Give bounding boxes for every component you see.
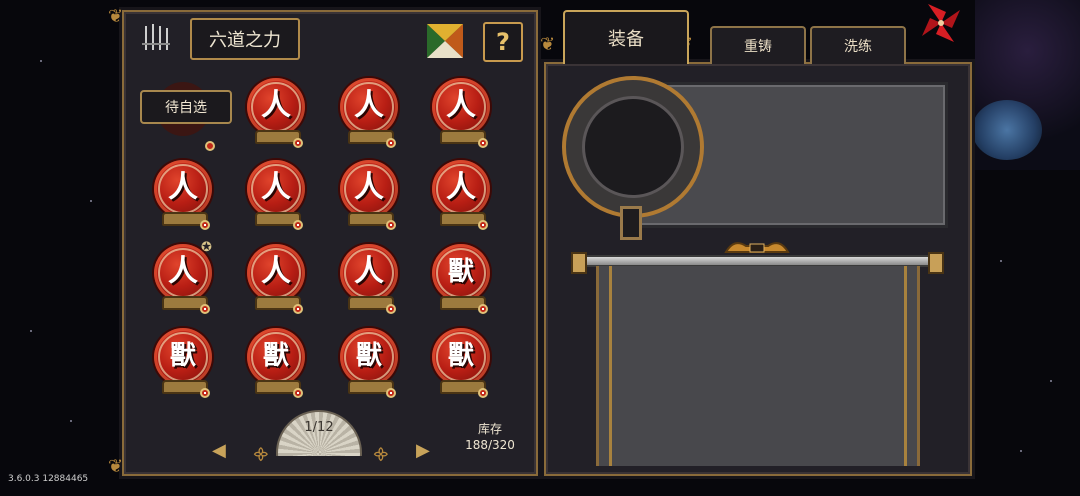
orb-slot[interactable]: 獸 [430,328,492,398]
orb-glyph: 人 [354,170,384,205]
help-button[interactable]: ? [483,22,523,62]
orb-glyph: 人 [168,254,198,289]
orb-glyph: 人 [261,170,291,205]
orb-badge-icon [293,304,303,314]
ring-clasp-icon [620,206,642,240]
orb-badge-icon [386,388,396,398]
orb-glyph: 獸 [169,341,196,371]
orb-badge-icon [386,304,396,314]
orb-glyph: 人 [261,254,291,289]
panel-title: 六道之力 [190,18,300,60]
puzzle-tangram-icon[interactable] [425,22,465,60]
orb-badge-icon [478,304,488,314]
attribute-scroll [596,266,920,466]
help-icon: ? [496,28,510,56]
orb-badge-icon [200,220,210,230]
orb-slot[interactable]: 人 [430,78,492,148]
orb-glyph: 獸 [262,341,289,371]
orb-badge-icon [386,220,396,230]
orb-badge-icon [293,138,303,148]
orb-slot[interactable]: 人 [152,160,214,230]
background-drum-icon [972,100,1042,160]
orb-badge-icon [293,388,303,398]
orb-slot[interactable]: 人 [338,244,400,314]
tab-refine[interactable]: 洗练 [810,26,906,64]
orb-glyph: 人 [168,170,198,205]
orb-slot[interactable]: 人 [245,244,307,314]
slot-badge [205,141,215,151]
orb-slot[interactable]: 獸 [152,328,214,398]
orb-glyph: 人 [446,170,476,205]
orb-glyph: 人 [261,88,291,123]
page-indicator: 1/12 [304,420,334,435]
orb-badge-icon [478,138,488,148]
prev-arrow-icon[interactable]: ◀ [212,440,226,461]
stock-value: 188/320 [465,438,515,452]
orb-badge-icon [200,388,210,398]
orb-slot[interactable]: 獸 [338,328,400,398]
orb-slot[interactable]: 人 [245,160,307,230]
orb-glyph: 人 [446,88,476,123]
version-text: 3.6.0.3 12884465 [8,474,89,484]
orb-slot[interactable]: 人 [338,78,400,148]
orb-glyph: 人 [354,254,384,289]
orb-badge-icon [293,220,303,230]
orb-badge-icon [386,138,396,148]
spear-rack-icon [140,22,172,52]
pending-select-tag[interactable]: 待自选 [140,90,232,124]
tab-recast[interactable]: 重铸 [710,26,806,64]
close-pinwheel-icon[interactable] [920,2,962,44]
stock-label: 库存 [477,422,502,436]
orb-badge-icon [478,220,488,230]
orb-glyph: 獸 [447,257,474,287]
cloud-ornament-icon: ᯽ [372,444,390,463]
corner-ornament-icon: ❦ [108,6,124,27]
orb-slot[interactable]: 人 [245,78,307,148]
tab-equip[interactable]: 装备 [563,10,689,64]
orb-badge-icon [478,388,488,398]
star-icon: ✪ [201,240,212,255]
orb-slot[interactable]: 獸 [430,244,492,314]
corner-ornament-icon: ❦ [108,456,124,477]
scroll-end-icon [571,252,587,274]
page-fan: 1/12 [276,410,362,462]
next-arrow-icon[interactable]: ▶ [416,440,430,461]
orb-glyph: 獸 [447,341,474,371]
orb-slot[interactable]: 獸 [245,328,307,398]
orb-glyph: 獸 [355,341,382,371]
orb-slot[interactable]: 人 [430,160,492,230]
orb-slot[interactable]: 人 [338,160,400,230]
corner-ornament-icon: ❦ [540,34,556,55]
equip-slot-ring[interactable] [562,76,704,218]
orb-glyph: 人 [354,88,384,123]
orb-badge-icon [200,304,210,314]
scroll-end-icon [928,252,944,274]
cloud-ornament-icon: ᯽ [252,444,270,463]
